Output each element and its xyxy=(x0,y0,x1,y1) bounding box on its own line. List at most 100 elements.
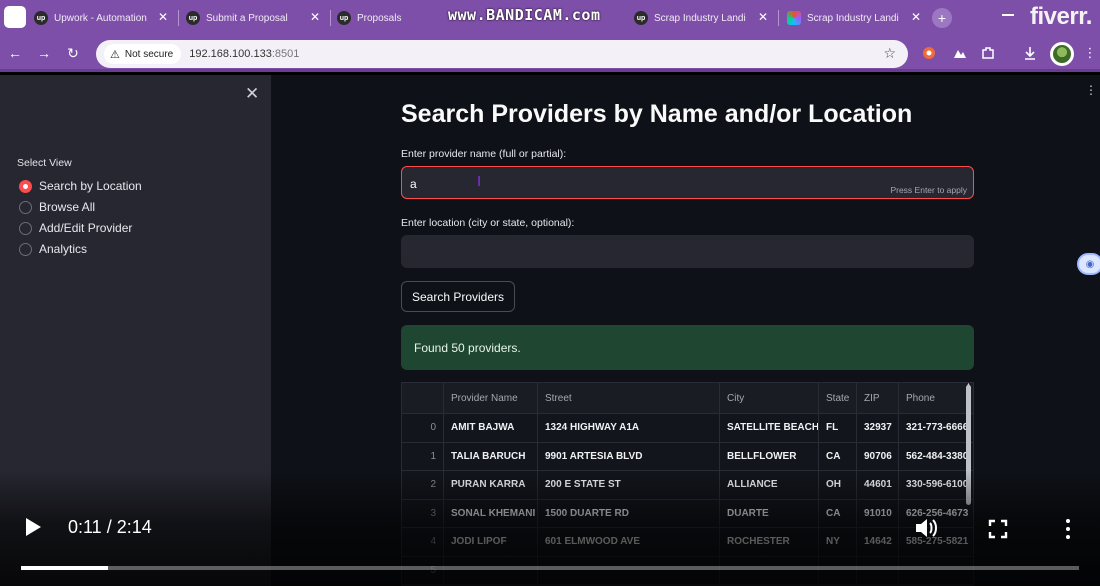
cell-zip: 14642 xyxy=(856,528,898,556)
reload-icon[interactable]: ↻ xyxy=(64,44,82,62)
radio-icon[interactable] xyxy=(19,221,32,235)
provider-name-value: a xyxy=(410,177,417,191)
cell-provider-name: SONAL KHEMANI xyxy=(443,499,537,527)
address-bar[interactable]: ⚠ Not secure 192.168.100.133:8501 ☆ xyxy=(96,40,908,68)
table-row[interactable]: 2 PURAN KARRA 200 E STATE ST ALLIANCE OH… xyxy=(402,471,973,500)
extension-mountain-icon[interactable] xyxy=(952,45,968,61)
close-icon[interactable]: ✕ xyxy=(310,10,320,24)
press-enter-hint: Press Enter to apply xyxy=(890,185,967,195)
table-row[interactable]: 0 AMIT BAJWA 1324 HIGHWAY A1A SATELLITE … xyxy=(402,414,973,443)
close-icon[interactable]: ✕ xyxy=(911,10,921,24)
radio-icon[interactable] xyxy=(19,200,32,214)
table-row[interactable]: 3 SONAL KHEMANI 1500 DUARTE RD DUARTE CA… xyxy=(402,499,973,528)
cell-state: CA xyxy=(818,442,856,470)
forward-icon[interactable]: → xyxy=(35,44,53,62)
table-row[interactable]: 5 xyxy=(402,556,973,585)
cell-street: 1324 HIGHWAY A1A xyxy=(537,414,719,442)
window-menu-button[interactable] xyxy=(4,6,26,28)
table-row[interactable]: 4 JODI LIPOF 601 ELMWOOD AVE ROCHESTER N… xyxy=(402,528,973,557)
video-progress-bar[interactable] xyxy=(21,566,1079,570)
tab-upwork-automation[interactable]: up Upwork - Automation ✕ xyxy=(34,7,174,29)
extension-record-icon[interactable] xyxy=(921,45,937,61)
radio-selected-icon[interactable] xyxy=(19,179,32,193)
extensions-puzzle-icon[interactable] xyxy=(980,45,996,61)
security-label: Not secure xyxy=(124,48,174,60)
close-sidebar-icon[interactable]: ✕ xyxy=(245,84,259,104)
minimize-icon[interactable] xyxy=(1002,14,1014,16)
radio-analytics[interactable]: Analytics xyxy=(19,241,87,257)
tab-title: Proposals xyxy=(357,12,402,24)
table-header-row: Provider Name Street City State ZIP Phon… xyxy=(402,383,973,414)
column-header-provider-name[interactable]: Provider Name xyxy=(443,383,537,413)
page-title: Search Providers by Name and/or Location xyxy=(401,100,913,128)
column-header-street[interactable]: Street xyxy=(537,383,719,413)
fullscreen-icon[interactable] xyxy=(988,519,1008,539)
close-icon[interactable]: ✕ xyxy=(158,10,168,24)
tab-proposals[interactable]: up Proposals xyxy=(337,7,445,29)
tab-scrap-industry-2[interactable]: Scrap Industry Landi ✕ xyxy=(787,7,927,29)
column-header-state[interactable]: State xyxy=(818,383,856,413)
security-chip[interactable]: ⚠ Not secure xyxy=(104,44,182,64)
play-icon[interactable] xyxy=(26,518,41,536)
radio-search-by-location[interactable]: Search by Location xyxy=(19,178,142,194)
cell-state: OH xyxy=(818,471,856,499)
cell-zip: 44601 xyxy=(856,471,898,499)
search-providers-button[interactable]: Search Providers xyxy=(401,281,515,312)
table-row[interactable]: 1 TALIA BARUCH 9901 ARTESIA BLVD BELLFLO… xyxy=(402,442,973,471)
close-icon[interactable]: ✕ xyxy=(758,10,768,24)
tab-scrap-industry-1[interactable]: up Scrap Industry Landi ✕ xyxy=(634,7,774,29)
url-text[interactable]: 192.168.100.133:8501 xyxy=(189,48,299,60)
browser-tab-bar: up Upwork - Automation ✕ up Submit a Pro… xyxy=(0,0,1100,36)
cell-state xyxy=(818,556,856,584)
provider-name-label: Enter provider name (full or partial): xyxy=(401,148,567,160)
column-header-city[interactable]: City xyxy=(719,383,818,413)
tab-submit-proposal[interactable]: up Submit a Proposal ✕ xyxy=(186,7,326,29)
cell-provider-name: AMIT BAJWA xyxy=(443,414,537,442)
tab-title: Scrap Industry Landi xyxy=(807,12,899,24)
column-header-zip[interactable]: ZIP xyxy=(856,383,898,413)
radio-add-edit-provider[interactable]: Add/Edit Provider xyxy=(19,220,132,236)
table-scrollbar[interactable]: ▲ xyxy=(965,383,972,585)
location-input[interactable] xyxy=(401,235,974,268)
tab-divider xyxy=(178,10,179,26)
radio-browse-all[interactable]: Browse All xyxy=(19,199,95,215)
cell-city: DUARTE xyxy=(719,499,818,527)
volume-icon[interactable] xyxy=(914,516,940,540)
floating-assistant-icon[interactable]: ◉ xyxy=(1077,253,1100,275)
column-header-phone[interactable]: Phone xyxy=(898,383,973,413)
cell-city: SATELLITE BEACH xyxy=(719,414,818,442)
cell-state: NY xyxy=(818,528,856,556)
more-options-icon[interactable] xyxy=(1065,519,1071,539)
app-menu-icon[interactable]: ⋮ xyxy=(1085,83,1097,97)
row-index: 1 xyxy=(430,450,436,462)
column-header-index[interactable] xyxy=(402,383,443,413)
cell-street: 601 ELMWOOD AVE xyxy=(537,528,719,556)
cell-provider-name: TALIA BARUCH xyxy=(443,442,537,470)
back-icon[interactable]: ← xyxy=(6,44,24,62)
row-index: 3 xyxy=(430,507,436,519)
main-content: ⋮ Search Providers by Name and/or Locati… xyxy=(271,75,1100,586)
radio-label: Analytics xyxy=(39,242,88,256)
tab-title: Scrap Industry Landi xyxy=(654,12,746,24)
radio-icon[interactable] xyxy=(19,242,32,256)
cell-city: ROCHESTER xyxy=(719,528,818,556)
cell-phone: 321-773-6666 xyxy=(898,414,973,442)
bookmark-star-icon[interactable]: ☆ xyxy=(883,45,896,62)
cell-provider-name: JODI LIPOF xyxy=(443,528,537,556)
new-tab-button[interactable]: + xyxy=(932,8,952,28)
profile-avatar[interactable] xyxy=(1050,42,1074,66)
download-icon[interactable] xyxy=(1022,45,1038,61)
row-index: 4 xyxy=(430,536,436,548)
tab-divider xyxy=(778,10,779,26)
providers-table[interactable]: Provider Name Street City State ZIP Phon… xyxy=(401,382,974,586)
radio-label: Browse All xyxy=(39,200,96,214)
cell-zip: 91010 xyxy=(856,499,898,527)
cell-street: 200 E STATE ST xyxy=(537,471,719,499)
select-view-label: Select View xyxy=(17,157,72,169)
scrollbar-thumb[interactable] xyxy=(966,385,971,505)
provider-name-input[interactable]: a I Press Enter to apply xyxy=(401,166,974,199)
tab-title: Upwork - Automation xyxy=(54,12,147,24)
browser-toolbar: ← → ↻ ⚠ Not secure 192.168.100.133:8501 … xyxy=(0,36,1100,72)
browser-menu-icon[interactable]: ⋮ xyxy=(1082,45,1098,61)
tab-divider xyxy=(330,10,331,26)
